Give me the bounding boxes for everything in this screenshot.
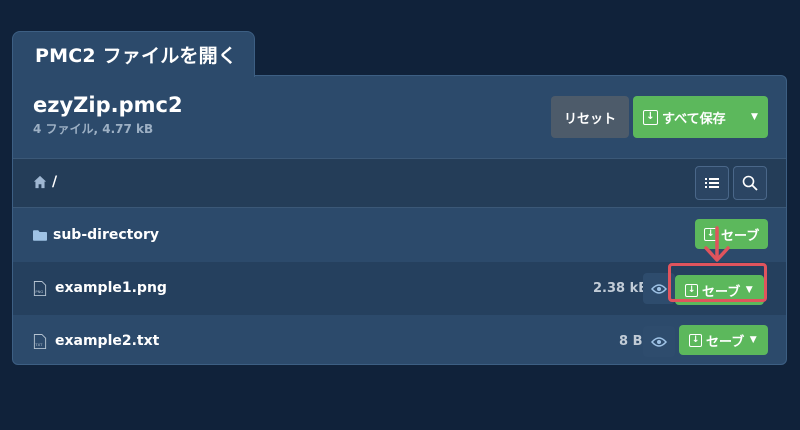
reset-button-label: リセット — [563, 111, 616, 127]
breadcrumb: / — [33, 174, 57, 190]
save-all-main[interactable]: ↓ すべて保存 — [633, 96, 741, 138]
save-label: セーブ — [706, 334, 745, 350]
folder-icon — [33, 230, 47, 241]
highlight-box — [668, 263, 767, 302]
caret-down-icon[interactable]: ▼ — [744, 325, 762, 355]
save-button-main[interactable]: ↓ セーブ — [679, 325, 744, 355]
download-icon: ↓ — [689, 333, 702, 347]
file-badge: PNG — [35, 290, 43, 294]
reset-button[interactable]: リセット — [551, 96, 629, 138]
tab-title: PMC2 ファイルを開く — [35, 45, 238, 67]
caret-down-icon[interactable]: ▼ — [741, 96, 768, 138]
file-size: 2.38 kB — [593, 281, 649, 296]
save-button[interactable]: ↓ セーブ ▼ — [679, 325, 768, 355]
archive-header: ezyZip.pmc2 4 ファイル, 4.77 kB リセット ↓ すべて保存… — [13, 76, 786, 158]
file-size: 8 B — [619, 334, 643, 349]
search-icon — [742, 175, 758, 191]
file-icon: TXT — [33, 334, 47, 349]
row-name[interactable]: example1.png — [55, 280, 167, 296]
list-item-folder[interactable]: sub-directory ↓ セーブ — [13, 209, 786, 262]
row-name[interactable]: sub-directory — [53, 227, 159, 243]
file-panel: ezyZip.pmc2 4 ファイル, 4.77 kB リセット ↓ すべて保存… — [12, 75, 787, 365]
list-view-icon — [705, 178, 719, 188]
breadcrumb-bar: / — [13, 158, 786, 208]
list-item-file[interactable]: TXT example2.txt 8 B ↓ セーブ ▼ — [13, 315, 786, 364]
eye-icon — [651, 283, 667, 294]
file-icon: PNG — [33, 281, 47, 296]
download-icon: ↓ — [643, 109, 658, 125]
eye-icon — [651, 336, 667, 347]
archive-name: ezyZip.pmc2 — [33, 93, 183, 117]
search-button[interactable] — [733, 166, 767, 200]
row-name[interactable]: example2.txt — [55, 333, 159, 349]
archive-summary: 4 ファイル, 4.77 kB — [33, 122, 154, 136]
save-all-button[interactable]: ↓ すべて保存 ▼ — [633, 96, 768, 138]
file-badge: TXT — [34, 343, 43, 347]
save-all-label: すべて保存 — [662, 111, 726, 127]
tab-open-pmc2[interactable]: PMC2 ファイルを開く — [12, 31, 255, 77]
arrow-down-icon — [704, 226, 730, 262]
home-icon[interactable] — [33, 175, 47, 189]
breadcrumb-path: / — [52, 174, 58, 190]
preview-button[interactable] — [643, 326, 675, 357]
list-view-button[interactable] — [695, 166, 729, 200]
